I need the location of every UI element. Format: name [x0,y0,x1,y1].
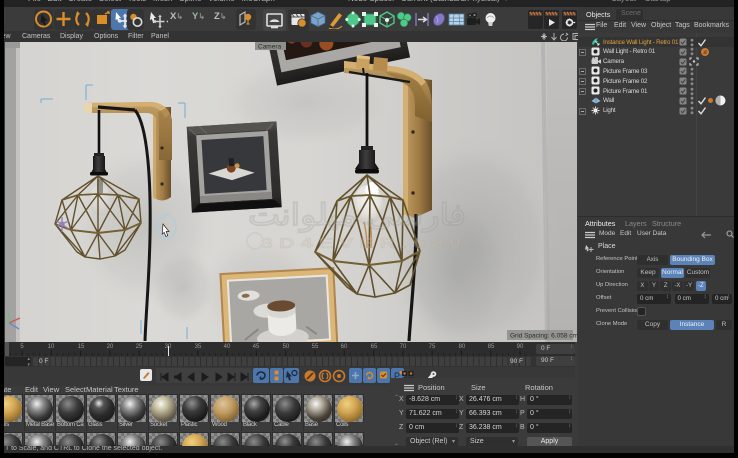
svg-text:فارسی میلوانت: فارسی میلوانت [248,199,466,233]
svg-text:3 D 4 E V E R . 0 8 0: 3 D 4 E V E R . 0 8 0 [261,235,461,252]
svg-text:Camera: Camera [258,44,282,51]
svg-text:Grid Spacing: 6.058 cm: Grid Spacing: 6.058 cm [510,333,577,340]
